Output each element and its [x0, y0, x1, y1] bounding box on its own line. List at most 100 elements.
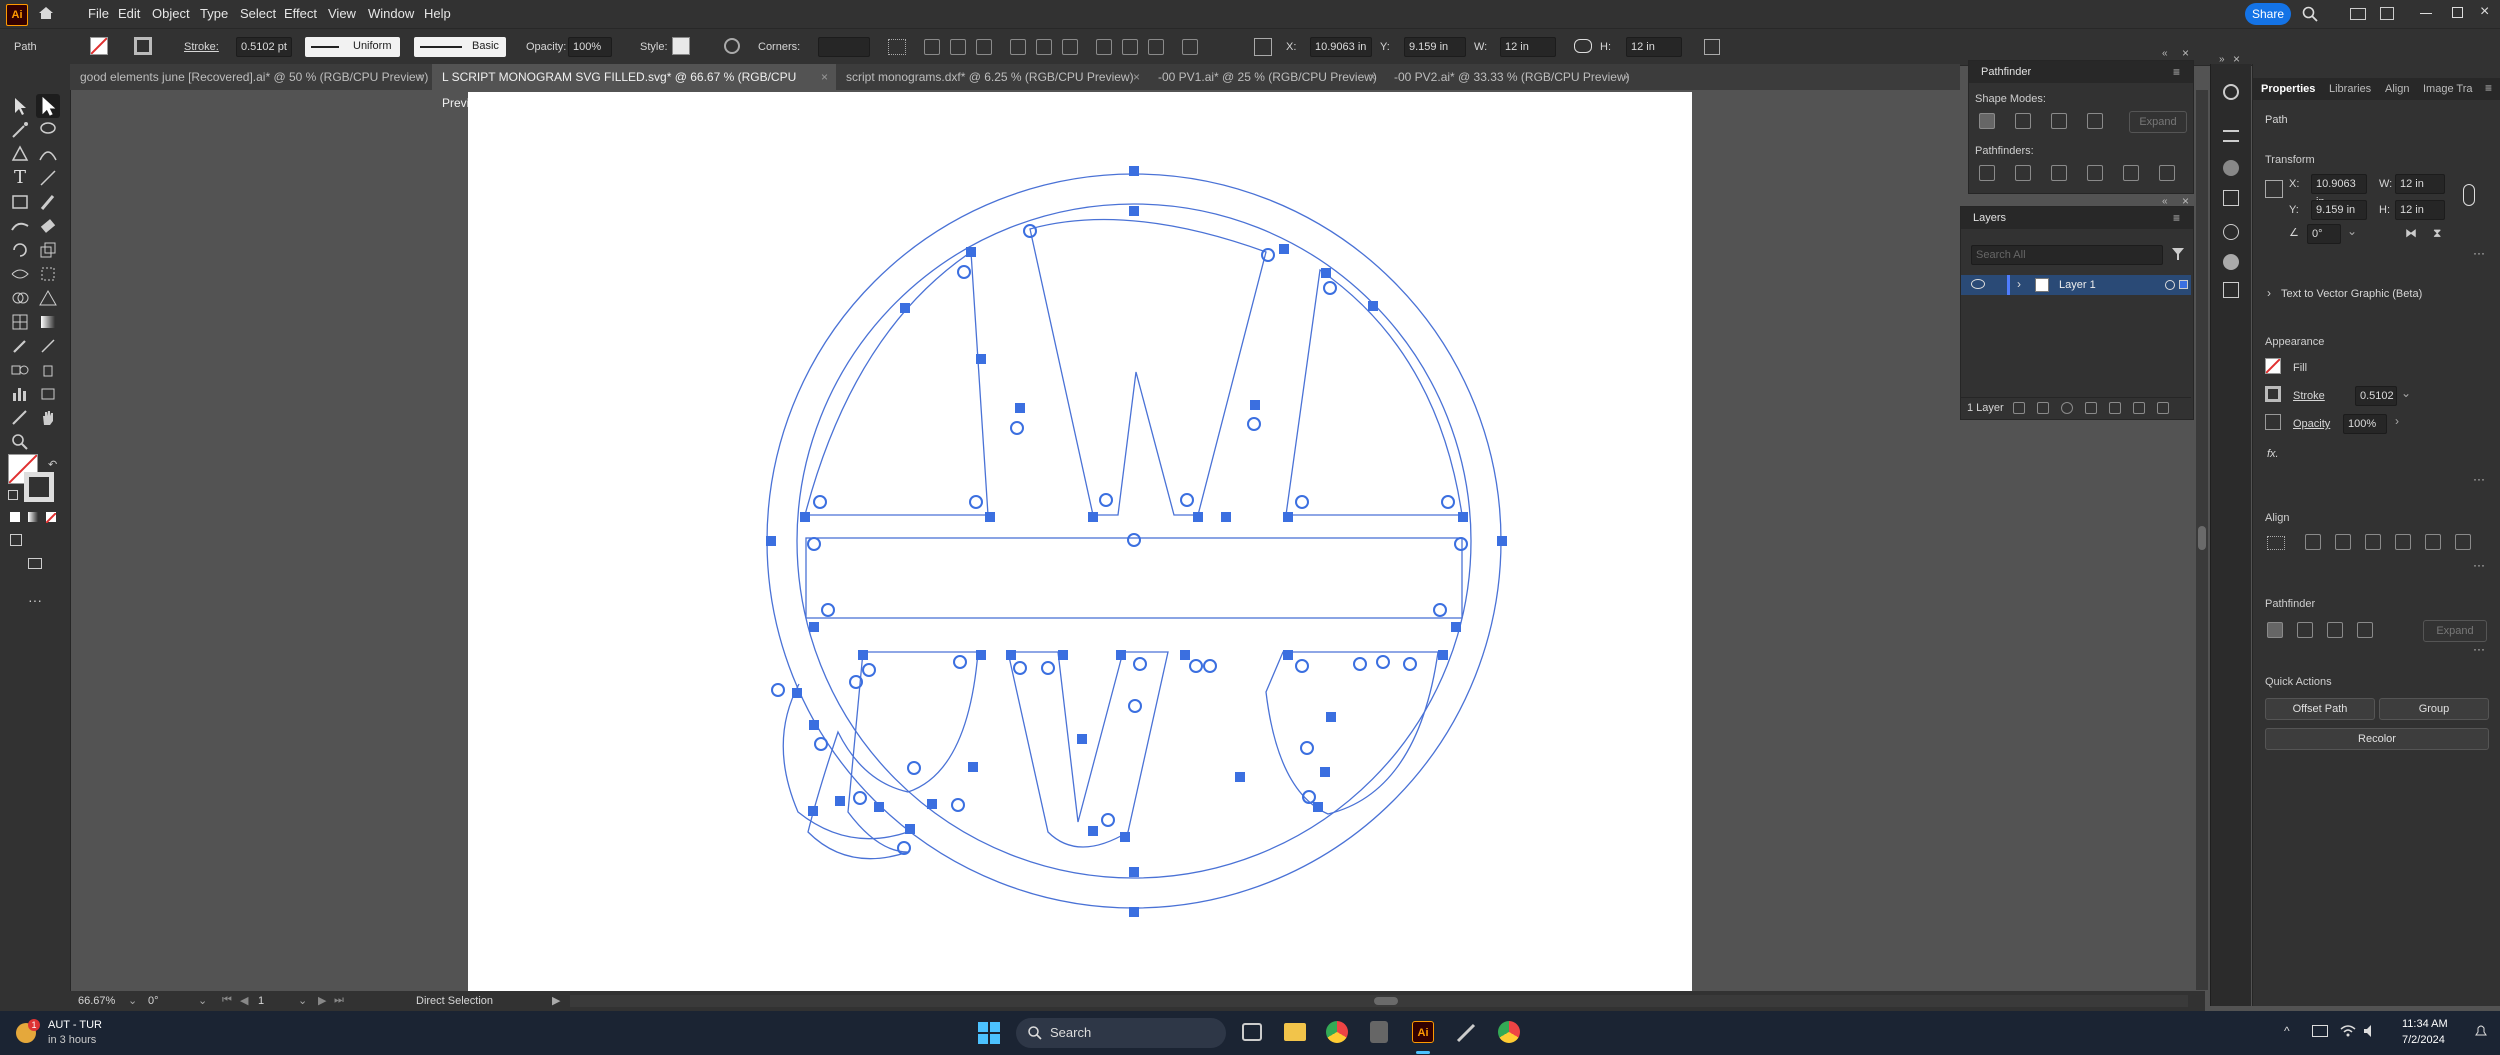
align-left-icon[interactable] [924, 39, 940, 55]
rotation-value[interactable]: 0° [148, 995, 159, 1007]
angle-field[interactable]: 0° [2307, 224, 2341, 244]
tab-document[interactable]: -00 PV1.ai* @ 25 % (RGB/CPU Preview) × [1148, 64, 1384, 90]
file-explorer-icon[interactable] [1284, 1023, 1306, 1041]
collect-export-icon[interactable] [2013, 402, 2025, 414]
layer-row[interactable]: › Layer 1 [1961, 275, 2191, 295]
stroke-profile-dropdown[interactable]: Uniform [305, 37, 400, 57]
align-right-icon[interactable] [976, 39, 992, 55]
reference-point-icon[interactable] [2265, 180, 2283, 198]
color-mode-icon[interactable] [10, 512, 20, 522]
menu-view[interactable]: View [328, 6, 356, 21]
style-swatch[interactable] [672, 37, 690, 55]
crop-icon[interactable] [2087, 165, 2103, 181]
last-artboard-icon[interactable]: ⏭ [334, 994, 344, 1007]
wifi-icon[interactable] [2340, 1023, 2356, 1039]
panel-strip-collapse-icon[interactable]: » [2219, 54, 2225, 65]
x-field[interactable]: 10.9063 in [2311, 174, 2367, 208]
home-icon[interactable] [38, 6, 54, 20]
new-sublayer-icon[interactable] [2109, 402, 2121, 414]
task-view-icon[interactable] [1242, 1023, 1262, 1041]
menu-type[interactable]: Type [200, 6, 228, 21]
align-bottom-icon[interactable] [1062, 39, 1078, 55]
distribute-left-icon[interactable] [1182, 39, 1198, 55]
width-tool-icon[interactable] [8, 262, 32, 286]
fx-button[interactable]: fx. [2267, 448, 2279, 460]
align-left-icon[interactable] [2305, 534, 2321, 550]
layers-close-icon[interactable]: × [2182, 194, 2189, 208]
selection-indicator[interactable] [2179, 280, 2188, 289]
transform-options-icon[interactable] [1704, 39, 1720, 55]
target-icon[interactable] [2165, 280, 2175, 290]
trim-icon[interactable] [2015, 165, 2031, 181]
y-field[interactable]: 9.159 in [2311, 200, 2367, 220]
exclude-icon[interactable] [2357, 622, 2373, 638]
opacity-arrow-icon[interactable]: › [2395, 414, 2399, 428]
lasso-tool-icon[interactable] [36, 118, 60, 142]
eyedropper-tool-icon[interactable] [8, 334, 32, 358]
status-menu-icon[interactable]: ▶ [552, 994, 560, 1007]
text-to-vector-link[interactable]: Text to Vector Graphic (Beta) [2281, 288, 2422, 300]
brush-dropdown[interactable]: Basic [414, 37, 506, 57]
clipping-mask-icon[interactable] [2085, 402, 2097, 414]
column-graph-tool-icon[interactable] [8, 382, 32, 406]
tab-document[interactable]: script monograms.dxf* @ 6.25 % (RGB/CPU … [836, 64, 1148, 90]
h-field[interactable]: 12 in [2395, 200, 2445, 220]
more-tools-icon[interactable]: ··· [28, 592, 42, 608]
app-logo[interactable]: Ai [6, 4, 28, 26]
close-tab-icon[interactable]: × [1623, 64, 1630, 90]
pen-app-icon[interactable] [1456, 1023, 1476, 1043]
merge-icon[interactable] [2051, 165, 2067, 181]
fill-swatch[interactable] [2265, 358, 2281, 374]
next-artboard-icon[interactable]: ▶ [318, 994, 326, 1007]
menu-help[interactable]: Help [424, 6, 451, 21]
layers-collapse-icon[interactable]: « [2162, 196, 2168, 207]
monogram-artwork[interactable] [468, 92, 1692, 991]
blend-tool-icon[interactable] [8, 358, 32, 382]
tab-document-active[interactable]: L SCRIPT MONOGRAM SVG FILLED.svg* @ 66.6… [432, 64, 836, 110]
outline-icon[interactable] [2123, 165, 2139, 181]
opacity-label[interactable]: Opacity [2293, 418, 2330, 430]
transparency-panel-icon[interactable] [2223, 254, 2239, 270]
shaper-tool-icon[interactable] [8, 214, 32, 238]
brushes-panel-icon[interactable] [2223, 224, 2239, 240]
pathfinder-panel-header[interactable]: Pathfinder [1969, 61, 2193, 83]
align-top-icon[interactable] [2395, 534, 2411, 550]
line-segment-tool-icon[interactable] [36, 166, 60, 190]
volume-icon[interactable] [2362, 1023, 2378, 1039]
distribute-top-icon[interactable] [1096, 39, 1112, 55]
properties-panel-icon[interactable] [2223, 130, 2239, 142]
close-window-icon[interactable]: × [2480, 3, 2489, 21]
zoom-dropdown-icon[interactable]: ⌄ [128, 994, 137, 1007]
display-icon[interactable] [2312, 1025, 2328, 1037]
gradient-mode-icon[interactable] [28, 512, 38, 522]
tab-document[interactable]: good elements june [Recovered].ai* @ 50 … [70, 64, 432, 90]
pathfinder-close-icon[interactable]: × [2182, 46, 2189, 60]
w-field[interactable]: 12 in [2395, 174, 2445, 194]
angle-dropdown-icon[interactable]: ⌄ [2347, 224, 2357, 238]
panel-strip-close-icon[interactable]: × [2233, 52, 2240, 66]
reference-point-icon[interactable] [1254, 38, 1272, 56]
default-colors-icon[interactable] [8, 490, 18, 500]
constrain-link-icon[interactable] [2463, 184, 2475, 206]
curvature-tool-icon[interactable] [36, 142, 60, 166]
layer-name[interactable]: Layer 1 [2059, 279, 2096, 291]
artboard-tool-icon[interactable] [36, 382, 60, 406]
opacity-field[interactable]: 100% [2343, 414, 2387, 434]
zoom-tool-icon[interactable] [8, 430, 32, 454]
menu-edit[interactable]: Edit [118, 6, 140, 21]
slice-tool-icon[interactable] [8, 406, 32, 430]
unite-icon[interactable] [1979, 113, 1995, 129]
calculator-icon[interactable] [1370, 1021, 1388, 1043]
w-field[interactable]: 12 in [1500, 37, 1556, 57]
scroll-thumb[interactable] [1374, 997, 1398, 1005]
intersect-icon[interactable] [2327, 622, 2343, 638]
visibility-eye-icon[interactable] [1971, 279, 1985, 289]
align-vcenter-icon[interactable] [2425, 534, 2441, 550]
hand-tool-icon[interactable] [36, 406, 60, 430]
chevron-right-icon[interactable]: › [2017, 277, 2021, 291]
unite-icon[interactable] [2267, 622, 2283, 638]
minus-front-icon[interactable] [2015, 113, 2031, 129]
stroke-label[interactable]: Stroke [2293, 390, 2325, 402]
magic-wand-tool-icon[interactable] [8, 118, 32, 142]
intersect-icon[interactable] [2051, 113, 2067, 129]
